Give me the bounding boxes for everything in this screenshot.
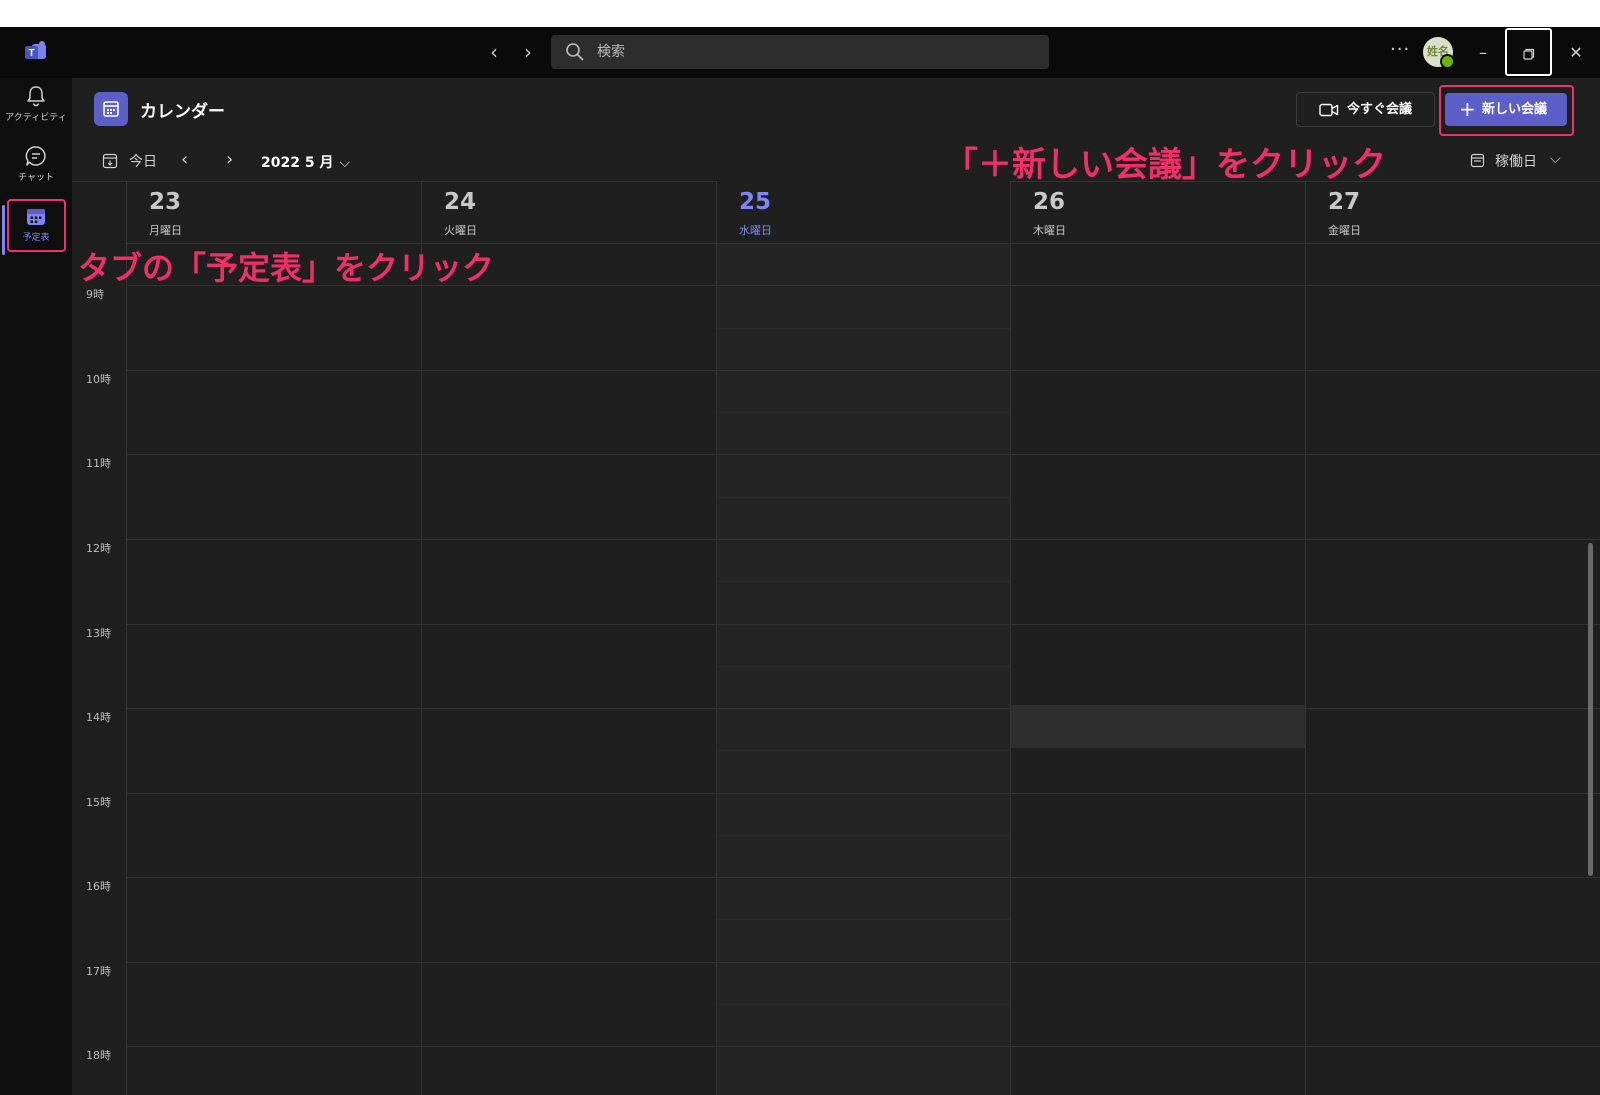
half-hour-line (717, 581, 1010, 582)
forward-arrow-icon[interactable]: › (517, 41, 539, 63)
minimize-button[interactable]: – (1460, 27, 1506, 78)
today-calendar-icon (102, 153, 118, 169)
more-options-icon[interactable]: ··· (1390, 39, 1410, 60)
next-week-icon[interactable]: › (226, 149, 233, 170)
screen-top-strip (0, 0, 1600, 27)
half-hour-line (717, 750, 1010, 751)
close-button[interactable]: ✕ (1553, 27, 1599, 78)
day-column-tue[interactable]: 24 火曜日 (421, 181, 716, 1095)
day-header: 23 月曜日 (127, 181, 421, 243)
today-label: 今日 (129, 154, 157, 170)
video-camera-icon (1319, 103, 1339, 117)
day-column-fri[interactable]: 27 金曜日 (1305, 181, 1600, 1095)
rail-item-activity[interactable]: アクティビティ (0, 84, 72, 140)
teams-window: T ‹ › 検索 ··· 姓名 – ✕ アクティビティ チャット 予定表 カレン… (0, 27, 1600, 1095)
day-number: 27 (1328, 189, 1361, 215)
day-number: 24 (444, 189, 477, 215)
day-name: 木曜日 (1033, 224, 1066, 237)
day-header: 26 木曜日 (1011, 181, 1305, 243)
day-header: 25 水曜日 (717, 181, 1010, 243)
day-name: 金曜日 (1328, 224, 1361, 237)
hour-line (126, 1046, 1600, 1047)
presence-available-icon (1440, 54, 1455, 69)
vertical-scrollbar[interactable] (1588, 543, 1593, 876)
view-calendar-icon (1470, 153, 1485, 168)
bell-icon (27, 86, 45, 107)
day-column-mon[interactable]: 23 月曜日 (126, 181, 421, 1095)
time-label-11: 11時 (86, 457, 111, 470)
day-name: 水曜日 (739, 224, 772, 237)
half-hour-line (717, 666, 1010, 667)
time-label-15: 15時 (86, 796, 111, 809)
day-number: 25 (739, 189, 772, 215)
half-hour-line (717, 919, 1010, 920)
hour-line (126, 539, 1600, 540)
meet-now-button[interactable]: 今すぐ会議 (1296, 92, 1435, 127)
rail-label-chat: チャット (18, 173, 54, 183)
time-label-17: 17時 (86, 965, 111, 978)
search-input[interactable]: 検索 (551, 35, 1049, 69)
view-chevron-down-icon: ⌵ (1550, 151, 1561, 167)
avatar[interactable]: 姓名 (1423, 37, 1455, 69)
previous-week-icon[interactable]: ‹ (181, 149, 188, 170)
time-label-16: 16時 (86, 880, 111, 893)
day-column-thu[interactable]: 26 木曜日 (1010, 181, 1305, 1095)
rail-label-activity: アクティビティ (5, 113, 67, 123)
new-meeting-highlight-box (1439, 85, 1574, 136)
annotation-click-calendar-tab: タブの「予定表」をクリック (78, 249, 495, 287)
day-name: 火曜日 (444, 224, 477, 237)
search-placeholder: 検索 (597, 44, 625, 60)
day-header: 27 金曜日 (1306, 181, 1600, 243)
hour-line (126, 962, 1600, 963)
half-hour-line (717, 328, 1010, 329)
hour-line (126, 877, 1600, 878)
time-label-12: 12時 (86, 542, 111, 555)
hour-line (126, 454, 1600, 455)
hour-line (126, 793, 1600, 794)
annotation-click-new-meeting: 「＋新しい会議」をクリック (944, 145, 1386, 185)
half-hour-line (717, 1004, 1010, 1005)
chat-icon (25, 146, 46, 166)
day-column-wed-today[interactable]: 25 水曜日 (716, 181, 1010, 1095)
search-icon (566, 43, 584, 61)
half-hour-line (717, 412, 1010, 413)
day-number: 26 (1033, 189, 1066, 215)
view-label: 稼働日 (1495, 154, 1537, 170)
hour-line (126, 708, 1600, 709)
calendar-app-icon (94, 92, 128, 126)
month-label: 2022 5 月 (261, 155, 334, 171)
half-hour-line (717, 835, 1010, 836)
app-rail: アクティビティ チャット 予定表 (0, 78, 72, 1095)
calendar-grid: 23 月曜日 24 火曜日 25 水曜日 26 木曜日 27 金曜日 9時 10… (72, 181, 1600, 1095)
day-header: 24 火曜日 (422, 181, 716, 243)
back-arrow-icon[interactable]: ‹ (483, 41, 505, 63)
restore-highlight-box (1505, 28, 1552, 76)
time-label-14: 14時 (86, 711, 111, 724)
hour-line (126, 370, 1600, 371)
rail-active-indicator (2, 205, 5, 255)
time-label-18: 18時 (86, 1049, 111, 1062)
half-hour-line (717, 497, 1010, 498)
chevron-down-icon: ⌵ (339, 155, 351, 171)
rail-item-chat[interactable]: チャット (0, 144, 72, 200)
time-label-13: 13時 (86, 627, 111, 640)
month-picker[interactable]: 2022 5 月 ⌵ (261, 152, 350, 172)
teams-logo-icon: T (25, 41, 46, 59)
day-name: 月曜日 (149, 224, 182, 237)
page-title: カレンダー (140, 102, 225, 122)
title-bar: T ‹ › 検索 ··· 姓名 – ✕ (0, 27, 1600, 78)
day-number: 23 (149, 189, 182, 215)
selected-time-slot[interactable] (1011, 705, 1305, 748)
meet-now-label: 今すぐ会議 (1347, 102, 1413, 117)
time-label-10: 10時 (86, 373, 111, 386)
calendar-tab-highlight-box (7, 199, 66, 252)
svg-text:T: T (28, 48, 34, 59)
hour-line (126, 624, 1600, 625)
